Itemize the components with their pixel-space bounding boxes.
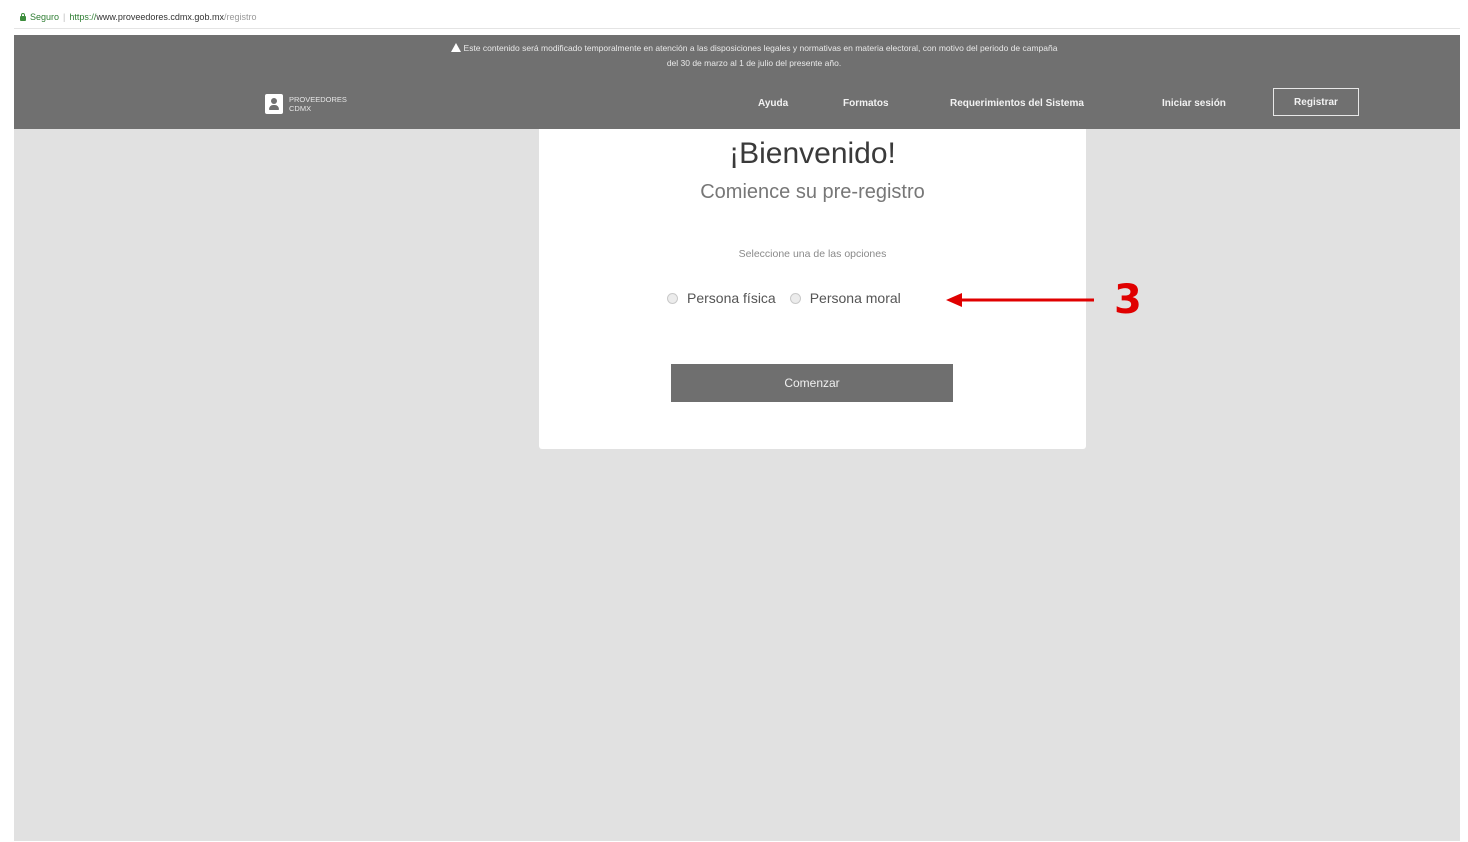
- user-icon: [265, 94, 283, 114]
- logo-line-2: CDMX: [289, 104, 312, 113]
- preregistration-card: ¡Bienvenido! Comience su pre-registro Se…: [539, 129, 1086, 449]
- browser-address-bar[interactable]: Seguro | https:// www.proveedores.cdmx.g…: [14, 6, 1460, 29]
- register-button[interactable]: Registrar: [1273, 88, 1359, 116]
- person-type-options: Persona física Persona moral: [667, 290, 901, 306]
- nav-formatos[interactable]: Formatos: [843, 98, 889, 109]
- url-path: /registro: [223, 12, 257, 22]
- logo-line-1: PROVEEDORES: [289, 95, 347, 104]
- radio-persona-fisica[interactable]: [667, 292, 678, 304]
- logo-text: PROVEEDORES CDMX: [289, 95, 347, 113]
- instruction-text: Seleccione una de las opciones: [738, 248, 887, 260]
- electoral-notice: Este contenido será modificado temporalm…: [314, 41, 1194, 71]
- nav-iniciar-sesion[interactable]: Iniciar sesión: [1162, 98, 1226, 109]
- callout-arrow: [946, 293, 1094, 307]
- radio-persona-moral[interactable]: [789, 292, 801, 304]
- url-scheme: https://: [69, 12, 97, 22]
- url-host: www.proveedores.cdmx.gob.mx: [96, 12, 224, 22]
- nav-requerimientos[interactable]: Requerimientos del Sistema: [950, 98, 1084, 109]
- secure-label: Seguro: [30, 12, 60, 22]
- start-button[interactable]: Comenzar: [671, 364, 953, 402]
- page: Este contenido será modificado temporalm…: [14, 35, 1460, 841]
- site-logo[interactable]: PROVEEDORES CDMX: [265, 94, 347, 114]
- url-separator: |: [63, 12, 66, 22]
- page-subtitle: Comience su pre-registro: [700, 181, 925, 203]
- callout-number: 3: [1114, 277, 1142, 323]
- label-persona-fisica[interactable]: Persona física: [687, 290, 776, 306]
- lock-icon: [20, 12, 26, 21]
- label-persona-moral[interactable]: Persona moral: [810, 290, 901, 306]
- site-header: Este contenido será modificado temporalm…: [14, 35, 1460, 129]
- warning-icon: [450, 43, 461, 52]
- page-title: ¡Bienvenido!: [729, 137, 896, 170]
- notice-line-2: del 30 de marzo al 1 de julio del presen…: [666, 58, 842, 68]
- notice-line-1: Este contenido será modificado temporalm…: [463, 43, 1058, 53]
- nav-ayuda[interactable]: Ayuda: [758, 98, 788, 109]
